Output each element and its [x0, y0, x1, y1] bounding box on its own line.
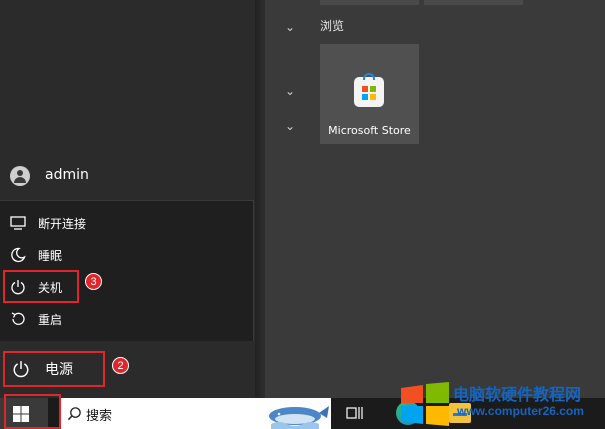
menu-item-restart[interactable]: 重启: [0, 304, 253, 334]
menu-item-disconnect[interactable]: 断开连接: [0, 208, 253, 238]
menu-item-sleep[interactable]: 睡眠: [0, 240, 253, 270]
collapse-group-icon[interactable]: ⌄: [285, 84, 295, 98]
whale-illustration-icon: [269, 406, 329, 429]
tile-partial[interactable]: [424, 0, 523, 5]
disconnect-icon: [10, 216, 26, 230]
highlight-box: [3, 270, 79, 303]
moon-icon: [11, 247, 26, 263]
menu-item-label: 断开连接: [38, 217, 87, 231]
search-placeholder: 搜索: [86, 409, 113, 424]
step-badge: 2: [112, 357, 129, 374]
user-avatar-icon[interactable]: [10, 166, 30, 186]
tile-label: Microsoft Store: [328, 124, 411, 137]
highlight-box: [4, 394, 61, 429]
store-bag-icon: [354, 73, 384, 107]
user-name[interactable]: admin: [45, 167, 89, 183]
collapse-group-icon[interactable]: ⌄: [285, 20, 295, 34]
task-view-icon[interactable]: [346, 405, 364, 421]
step-badge: 3: [85, 273, 102, 290]
taskbar-search-box[interactable]: 搜索: [61, 398, 331, 429]
tile-group-title: 浏览: [320, 19, 345, 33]
watermark-url: www.computer26.com: [457, 404, 584, 418]
restart-icon: [11, 312, 25, 325]
menu-item-label: 重启: [38, 313, 63, 327]
tile-partial[interactable]: [320, 0, 419, 5]
windows-flag-logo: [401, 382, 449, 426]
watermark: 电脑软硬件教程网 www.computer26.com: [397, 378, 605, 429]
microsoft-store-tile[interactable]: Microsoft Store: [320, 44, 419, 144]
search-icon: [67, 407, 81, 421]
collapse-group-icon[interactable]: ⌄: [285, 119, 295, 133]
watermark-site-name: 电脑软硬件教程网: [453, 385, 582, 404]
highlight-box: [3, 351, 105, 387]
pane-divider: [255, 0, 265, 398]
menu-item-label: 睡眠: [38, 249, 63, 263]
start-menu-tiles-pane: [265, 0, 605, 398]
